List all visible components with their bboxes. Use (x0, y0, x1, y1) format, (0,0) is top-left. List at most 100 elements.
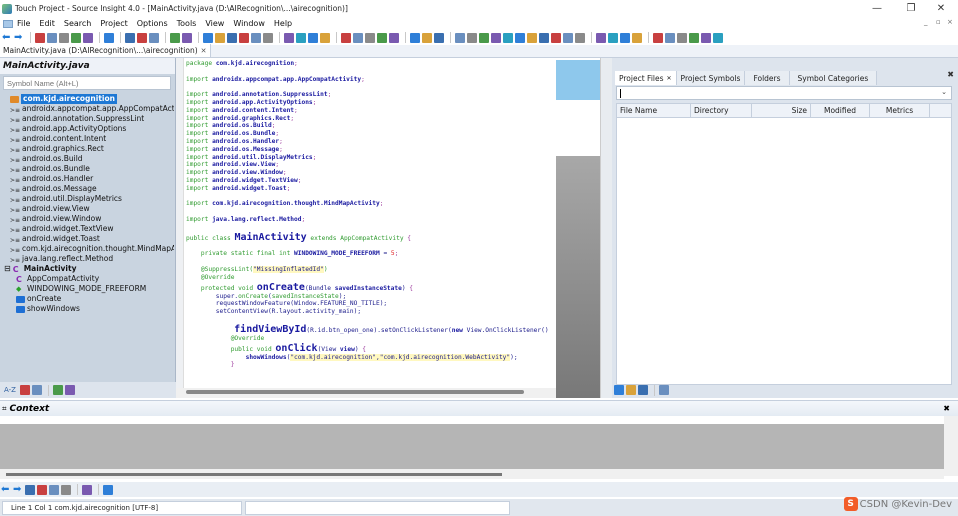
open-file-icon[interactable] (47, 32, 57, 43)
new-file-icon[interactable] (35, 32, 45, 43)
code-line[interactable]: import android.os.Build; (186, 122, 552, 130)
restore-button[interactable]: ❐ (896, 0, 926, 17)
code-line[interactable]: import android.widget.Toast; (186, 185, 552, 193)
menu-edit[interactable]: Edit (39, 19, 55, 28)
document-icon[interactable] (3, 19, 13, 28)
panel-f-icon[interactable] (713, 32, 723, 43)
code-line[interactable]: import android.content.Intent; (186, 107, 552, 115)
tree-icon[interactable] (61, 484, 71, 495)
symbol-tree-item[interactable]: com.kjd.airecognition (4, 94, 174, 104)
code-line[interactable]: import android.view.View; (186, 161, 552, 169)
back-arrow-icon[interactable]: ⬅ (2, 32, 12, 43)
context-hscroll-thumb[interactable] (6, 473, 502, 476)
symbol-tree-item[interactable]: onCreate (4, 294, 174, 304)
context-vscroll[interactable] (944, 416, 958, 476)
layout3-icon[interactable] (434, 32, 444, 43)
add-line-icon[interactable] (608, 32, 618, 43)
forward-arrow-icon[interactable]: ➡ (13, 484, 23, 495)
tab-symbol-categories[interactable]: Symbol Categories (789, 71, 878, 85)
save-all-icon[interactable] (71, 32, 81, 43)
symbol-tree-item[interactable]: ≻≡ android.widget.Toast (4, 234, 174, 244)
indent-icon[interactable] (596, 32, 606, 43)
code-line[interactable]: import android.app.ActivityOptions; (186, 99, 552, 107)
mdi-minimize-button[interactable]: _ (924, 18, 928, 26)
book-icon[interactable] (52, 385, 63, 395)
tab-folders[interactable]: Folders (745, 71, 790, 85)
symbol-tree-item[interactable]: ≻≡ android.view.View (4, 204, 174, 214)
symbol-tree-item[interactable]: ≻≡ androidx.appcompat.app.AppCompatActivi… (4, 104, 174, 114)
symbol-tree-item[interactable]: showWindows (4, 304, 174, 314)
cut-icon[interactable] (125, 32, 135, 43)
bookmark-icon[interactable] (25, 484, 35, 495)
sync-icon[interactable] (626, 385, 636, 395)
code-line[interactable] (186, 258, 552, 266)
jump-down-icon[interactable] (227, 32, 237, 43)
bookmark-list-icon[interactable] (296, 32, 306, 43)
jump-up-icon[interactable] (215, 32, 225, 43)
code-line[interactable] (186, 224, 552, 232)
symbol-tree-item[interactable]: ◆ WINDOWING_MODE_FREEFORM (4, 284, 174, 294)
tab-project-files[interactable]: Project Files ✕ (615, 71, 677, 85)
print-icon[interactable] (104, 32, 114, 43)
close-file-icon[interactable] (83, 32, 93, 43)
collapse-icon[interactable]: ⊟ (4, 264, 11, 274)
menu-search[interactable]: Search (64, 19, 91, 28)
home-icon[interactable] (539, 32, 549, 43)
symbol-tree-item[interactable]: ⊟ C MainActivity (4, 264, 174, 274)
undo-icon[interactable] (170, 32, 180, 43)
zoom-fit-icon[interactable] (467, 32, 477, 43)
code-line[interactable]: import android.os.Bundle; (186, 130, 552, 138)
code-line[interactable] (186, 243, 552, 251)
tab-close-icon[interactable]: ✕ (667, 75, 672, 82)
browse-icon[interactable] (239, 32, 249, 43)
code-editor[interactable]: package com.kjd.airecognition; import an… (176, 58, 556, 388)
context-icon[interactable] (503, 32, 513, 43)
lookup-references-icon[interactable] (203, 32, 213, 43)
code-line[interactable]: import androidx.appcompat.app.AppCompatA… (186, 76, 552, 84)
symbol-icon[interactable] (353, 32, 363, 43)
symbol-search-input[interactable] (3, 76, 171, 90)
editor-hscroll-thumb[interactable] (186, 390, 524, 394)
menu-project[interactable]: Project (100, 19, 127, 28)
code-line[interactable]: import android.os.Message; (186, 146, 552, 154)
layout1-icon[interactable] (410, 32, 420, 43)
minimize-button[interactable]: — (862, 0, 892, 17)
regex-icon[interactable] (49, 484, 59, 495)
menu-help[interactable]: Help (274, 19, 292, 28)
symbol-tree-item[interactable]: ≻≡ android.os.Handler (4, 174, 174, 184)
tree-icon[interactable] (479, 32, 489, 43)
symbol-tree-item[interactable]: ≻≡ android.os.Build (4, 154, 174, 164)
layout2-icon[interactable] (422, 32, 432, 43)
window-icon[interactable] (308, 32, 318, 43)
code-line[interactable]: super.onCreate(savedInstanceState); (186, 293, 552, 301)
tab-close-icon[interactable]: ✕ (201, 47, 207, 55)
code-line[interactable]: protected void onCreate(Bundle savedInst… (186, 282, 552, 293)
context-close-icon[interactable]: ✖ (943, 404, 950, 413)
redo-icon[interactable] (182, 32, 192, 43)
code-line[interactable] (186, 208, 552, 216)
bird-icon[interactable] (551, 32, 561, 43)
mdi-restore-button[interactable]: ▫ (936, 18, 941, 26)
code-line[interactable]: import android.os.Handler; (186, 138, 552, 146)
panel-a-icon[interactable] (653, 32, 663, 43)
code-line[interactable] (186, 68, 552, 76)
tab-project-symbols[interactable]: Project Symbols (676, 71, 746, 85)
code-line[interactable]: showWindows("com.kjd.airecognition","com… (186, 353, 552, 362)
sort-az-icon[interactable]: A-Z (4, 386, 16, 394)
mdi-close-button[interactable]: × (947, 18, 953, 26)
search-files-icon[interactable] (263, 32, 273, 43)
symbol-tree-item[interactable]: ≻≡ android.graphics.Rect (4, 144, 174, 154)
code-line[interactable]: private static final int WINDOWING_MODE_… (186, 250, 552, 258)
chevron-down-icon[interactable]: ⌄ (941, 88, 947, 96)
books-icon[interactable] (37, 484, 47, 495)
column-file-name[interactable]: File Name (617, 104, 691, 117)
code-line[interactable]: @SuppressLint("MissingInflatedId") (186, 265, 552, 274)
panel-d-icon[interactable] (689, 32, 699, 43)
code-line[interactable]: } (186, 361, 552, 369)
symbol-tree-item[interactable]: C AppCompatActivity (4, 274, 174, 284)
remove-line-icon[interactable] (620, 32, 630, 43)
code-line[interactable]: public void onClick(View view) { (186, 343, 552, 354)
sync-icon[interactable] (455, 32, 465, 43)
column-modified[interactable]: Modified (811, 104, 870, 117)
lock-icon[interactable] (82, 484, 92, 495)
